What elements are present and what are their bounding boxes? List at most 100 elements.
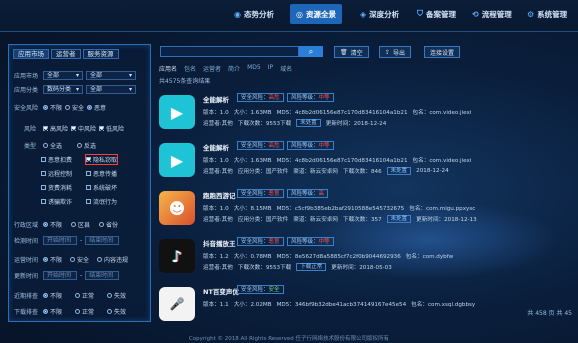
update-end-input[interactable]: 结束时间 (85, 271, 120, 280)
search-input[interactable] (160, 46, 299, 57)
safety-badge: 安全风险：高危 (237, 93, 284, 102)
nav-system-management[interactable]: ⚙ 系统管理 (521, 4, 573, 24)
app-version: 版本：1.0 (203, 110, 229, 116)
region-county-radio[interactable]: 区县 (71, 220, 90, 229)
option-label: 失效 (114, 309, 127, 316)
app-card[interactable]: ♪ 抖音播放王 安全风险：恶意 风险等级：中等 版本：1.2 大小：0.78MB M… (159, 234, 459, 282)
status-tag[interactable]: 未处置 (386, 215, 412, 223)
app-md5: MD5：8e5627d8a5885cf7c2f0b9044692936 (276, 254, 401, 260)
category-select-1[interactable]: 数码分类 ▾ (43, 85, 83, 94)
field-app-name[interactable]: 应用名 (159, 64, 177, 73)
app-card[interactable]: ▶ 全能解析 安全风险：高危 风险等级：中等 版本：1.0 大小：1.63MB MD… (159, 138, 471, 186)
search-button[interactable]: ⌕ (299, 46, 323, 57)
category-select-2[interactable]: 全部 ▾ (86, 85, 136, 94)
download-any-radio[interactable]: 不限 (43, 307, 62, 316)
tab-service-resource[interactable]: 服务资源 (82, 49, 119, 59)
operation-safe-radio[interactable]: 安全 (70, 255, 89, 264)
type-fee-consume[interactable]: 资费消耗 (41, 183, 72, 192)
app-card[interactable]: 🎤 NT百变声优 安全风险：安全 版本：1.1 大小：2.02MB MD5：346b… (159, 282, 475, 330)
option-label: 不限 (50, 293, 63, 300)
badge-label: 安全风险： (241, 287, 269, 293)
export-button[interactable]: ⇪ 导出 (379, 46, 412, 58)
results-panel: ⌕ 🗑 清空 ⇪ 导出 连接设置 应用名 包名 运营者 简介 MD5 IP 域名 共… (157, 44, 578, 336)
filter-label: 应用市场 (14, 73, 39, 80)
type-invert[interactable]: 反选 (77, 141, 96, 150)
detect-end-input[interactable]: 结束时间 (85, 236, 120, 245)
type-malicious-spread[interactable]: 恶意传播 (86, 169, 117, 178)
field-package[interactable]: 包名 (184, 64, 196, 73)
tab-app-market[interactable]: 应用市场 (13, 49, 49, 59)
risk-high-checkbox[interactable]: 高风险 (43, 124, 68, 133)
checkbox-icon (43, 126, 48, 131)
option-label: 内容违规 (104, 257, 129, 264)
status-tag[interactable]: 未处置 (386, 167, 412, 175)
clear-button[interactable]: 🗑 清空 (334, 46, 369, 58)
app-operator: 运营者:其他 (203, 265, 233, 271)
app-card[interactable]: ☻ 跑跑西游记 安全风险：恶意 风险等级：高 版本：1.0 大小：8.15MB MD… (159, 186, 477, 234)
safety-any-radio[interactable]: 不限 (43, 103, 62, 112)
app-package: 包名：com.migu.ppxysc (409, 206, 476, 212)
nav-filing-management[interactable]: ⛉ 备案管理 (411, 4, 462, 24)
field-operator[interactable]: 运营者 (203, 64, 221, 73)
market-select-2[interactable]: 全部 ▾ (86, 71, 136, 80)
top-navigation: ◉ 态势分析 ◎ 资源全景 ◈ 深度分析 ⛉ 备案管理 ⟲ 流程管理 ⚙ 系统管理 (0, 0, 578, 32)
type-row-2: 远程控制 恶意传播 (41, 169, 117, 178)
filter-label: 近期排查 (14, 293, 39, 300)
app-channel: 渠道：新云安卓网 (293, 169, 338, 175)
app-meta-row: 版本：1.0 大小：1.63MB MD5：4c8b2d06156e87c170d83… (203, 156, 471, 164)
download-invalid-radio[interactable]: 失效 (107, 307, 126, 316)
operation-any-radio[interactable]: 不限 (43, 255, 62, 264)
nav-situation-analysis[interactable]: ◉ 态势分析 (228, 4, 280, 24)
type-system-damage[interactable]: 系统破坏 (86, 183, 117, 192)
type-remote-control[interactable]: 远程控制 (41, 169, 72, 178)
safety-malicious-radio[interactable]: 恶意 (87, 103, 106, 112)
nav-process-management[interactable]: ⟲ 流程管理 (466, 4, 518, 24)
type-malicious-fee[interactable]: 恶意扣费 (41, 155, 72, 164)
badge-value: 中等 (318, 143, 330, 149)
status-tag[interactable]: 下载正常 (296, 263, 327, 271)
field-domain[interactable]: 域名 (280, 64, 292, 73)
game-icon: ☻ (159, 191, 195, 225)
tab-operator[interactable]: 运营者 (51, 49, 81, 59)
icon-glyph: ♪ (171, 246, 183, 266)
safety-badge: 安全风险：恶意 (237, 189, 284, 198)
field-md5[interactable]: MD5 (247, 64, 261, 73)
recent-any-radio[interactable]: 不限 (43, 291, 62, 300)
risk-low-checkbox[interactable]: 低风险 (99, 124, 124, 133)
region-any-radio[interactable]: 不限 (43, 220, 62, 229)
app-size: 大小：0.78MB (233, 254, 272, 260)
app-version: 版本：1.0 (203, 206, 229, 212)
nav-resource-panorama[interactable]: ◎ 资源全景 (290, 4, 342, 24)
app-card[interactable]: ▶ 全能解析 安全风险：高危 风险等级：中等 版本：1.0 大小：1.63MB MD… (159, 90, 471, 138)
settings-button[interactable]: 连接设置 (424, 46, 461, 58)
type-rogue-behavior[interactable]: 流氓行为 (86, 197, 117, 206)
type-privacy-theft[interactable]: 隐私窃取 (85, 154, 119, 165)
risk-medium-checkbox[interactable]: 中风险 (71, 124, 96, 133)
shield-icon: ⛉ (417, 9, 423, 18)
recent-normal-radio[interactable]: 正常 (75, 291, 94, 300)
download-normal-radio[interactable]: 正常 (75, 307, 94, 316)
field-intro[interactable]: 简介 (228, 64, 240, 73)
filter-label: 下载排查 (14, 309, 39, 316)
app-meta-row: 运营者:其他 应用分类：国产软件 渠道：新云安卓网 下载次数：357 未处置 更新时间：2… (203, 215, 477, 223)
update-start-input[interactable]: 开始时间 (43, 271, 77, 280)
field-ip[interactable]: IP (268, 64, 273, 73)
nav-deep-analysis[interactable]: ◈ 深度分析 (354, 4, 405, 24)
status-tag[interactable]: 未处置 (296, 119, 321, 127)
radio-icon (77, 143, 83, 148)
app-downloads: 下载次数：357 (342, 217, 382, 223)
search-field-tabs: 应用名 包名 运营者 简介 MD5 IP 域名 (159, 64, 292, 73)
recent-invalid-radio[interactable]: 失效 (107, 291, 126, 300)
safety-safe-radio[interactable]: 安全 (65, 103, 84, 112)
radio-icon (43, 222, 48, 227)
detect-start-input[interactable]: 开始时间 (43, 236, 77, 245)
type-select-all[interactable]: 全选 (43, 141, 62, 150)
radio-icon (107, 309, 113, 314)
app-package: 包名：com.dybfw (405, 254, 454, 260)
app-version: 版本：1.0 (203, 158, 229, 164)
operation-violation-radio[interactable]: 内容违规 (97, 255, 128, 264)
region-province-radio[interactable]: 省份 (99, 220, 118, 229)
market-select-1[interactable]: 全部 ▾ (43, 71, 83, 80)
type-fraud[interactable]: 诱骗欺诈 (41, 197, 72, 206)
risk-badge: 风险等级：中等 (287, 93, 334, 102)
